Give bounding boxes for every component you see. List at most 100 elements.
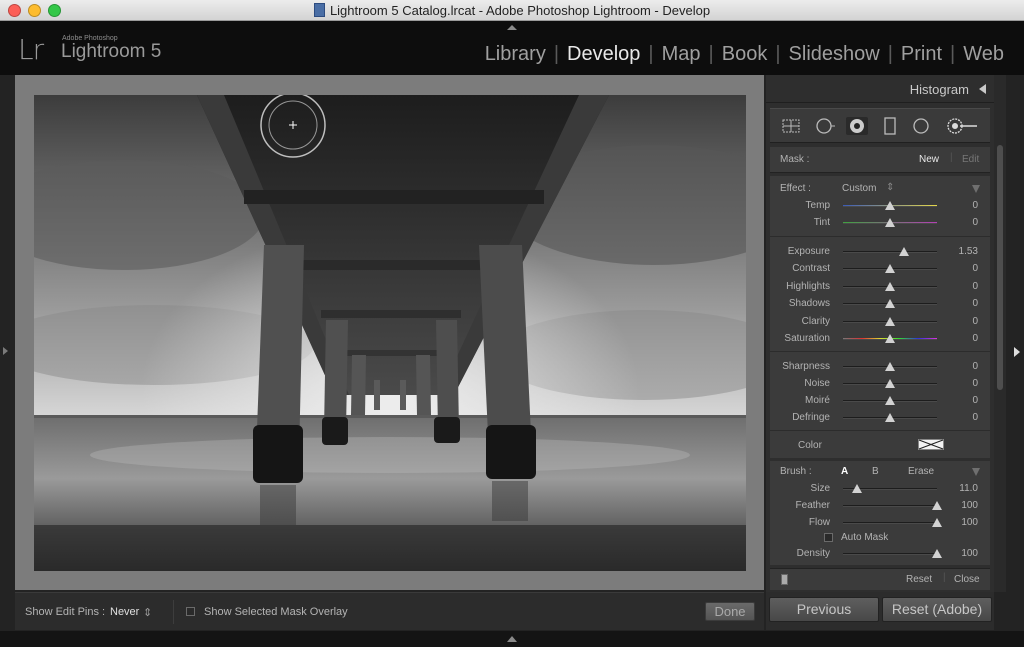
brush-label: Brush :	[780, 466, 812, 477]
slider-label: Flow	[808, 517, 830, 528]
slider-value[interactable]: 100	[944, 517, 978, 528]
module-library[interactable]: Library	[477, 43, 554, 66]
select-arrows-icon[interactable]: ⇕	[143, 606, 152, 619]
expand-histogram-icon[interactable]	[979, 84, 986, 94]
effect-preset-select[interactable]: Custom	[842, 183, 876, 194]
slider-label: Saturation	[784, 333, 830, 344]
slider-handle[interactable]	[885, 316, 895, 326]
slider-value[interactable]: 0	[944, 298, 978, 309]
slider-label: Exposure	[787, 246, 830, 257]
auto-mask-checkbox[interactable]	[824, 533, 833, 542]
show-edit-pins-select[interactable]: Never	[110, 606, 139, 618]
slider-handle[interactable]	[885, 413, 895, 422]
slider-value[interactable]: 100	[944, 548, 978, 559]
radial-filter-icon[interactable]	[910, 117, 932, 135]
slider-track[interactable]	[843, 251, 937, 253]
image-stage	[15, 75, 764, 590]
slider-value[interactable]: 0	[944, 281, 978, 292]
spot-removal-icon[interactable]	[814, 117, 836, 135]
close-window-button[interactable]	[8, 4, 21, 17]
toolbar-divider	[173, 600, 174, 624]
effect-select-arrows-icon[interactable]: ⇕	[886, 182, 894, 193]
module-develop[interactable]: Develop	[559, 43, 648, 66]
slider-handle[interactable]	[885, 299, 895, 309]
photo-canvas[interactable]	[34, 95, 746, 571]
expand-left-panel-icon[interactable]	[3, 347, 8, 355]
slider-value[interactable]: 0	[944, 316, 978, 327]
slider-handle[interactable]	[885, 218, 895, 227]
module-print[interactable]: Print	[893, 43, 950, 66]
slider-label: Feather	[795, 500, 830, 511]
slider-value[interactable]: 0	[944, 395, 978, 406]
auto-mask-label: Auto Mask	[841, 532, 889, 543]
slider-handle[interactable]	[885, 379, 895, 388]
module-map[interactable]: Map	[654, 43, 709, 66]
zoom-window-button[interactable]	[48, 4, 61, 17]
slider-handle[interactable]	[852, 484, 863, 493]
effect-section: Effect : Custom ⇕ Temp 0 Tint 0 Exposure 1.5…	[770, 176, 990, 458]
slider-handle[interactable]	[885, 201, 895, 210]
panel-close-button[interactable]: Close	[954, 574, 980, 585]
slider-value[interactable]: 0	[944, 333, 978, 344]
slider-handle[interactable]	[932, 501, 942, 510]
mask-edit-button[interactable]: Edit	[962, 154, 979, 165]
slider-value[interactable]: 0	[944, 217, 978, 228]
slider-value[interactable]: 1.53	[944, 246, 978, 257]
slider-value[interactable]: 0	[944, 412, 978, 423]
brush-b-button[interactable]: B	[872, 466, 879, 477]
mask-toggle-icon[interactable]	[781, 574, 788, 585]
graduated-filter-icon[interactable]	[879, 117, 901, 135]
expand-filmstrip-icon[interactable]	[507, 636, 517, 642]
slider-track[interactable]	[843, 505, 937, 507]
effect-label: Effect :	[780, 183, 811, 194]
slider-handle[interactable]	[885, 396, 895, 405]
panel-scrollbar[interactable]	[994, 75, 1006, 592]
minimize-window-button[interactable]	[28, 4, 41, 17]
crop-overlay-icon[interactable]	[780, 117, 802, 135]
mask-new-button[interactable]: New	[919, 154, 939, 165]
slider-track[interactable]	[843, 522, 937, 524]
reset-adobe-button[interactable]: Reset (Adobe)	[882, 597, 992, 622]
slider-value[interactable]: 11.0	[944, 483, 978, 494]
slider-handle[interactable]	[885, 281, 895, 291]
mask-row: Mask : New | Edit	[770, 147, 990, 173]
slider-track[interactable]	[843, 553, 937, 555]
slider-value[interactable]: 0	[944, 378, 978, 389]
slider-label: Sharpness	[782, 361, 830, 372]
slider-value[interactable]: 0	[944, 263, 978, 274]
slider-handle[interactable]	[932, 518, 942, 527]
slider-value[interactable]: 0	[944, 361, 978, 372]
slider-handle[interactable]	[885, 334, 895, 343]
histogram-header[interactable]: Histogram	[766, 75, 994, 103]
brush-collapse-icon[interactable]	[972, 468, 980, 476]
panel-reset-button[interactable]: Reset	[906, 574, 932, 585]
done-button[interactable]: Done	[705, 602, 755, 621]
red-eye-icon[interactable]	[846, 117, 868, 135]
module-slideshow[interactable]: Slideshow	[781, 43, 888, 66]
effect-collapse-icon[interactable]	[972, 185, 980, 193]
module-web[interactable]: Web	[955, 43, 1012, 66]
brush-a-button[interactable]: A	[841, 466, 848, 477]
module-book[interactable]: Book	[714, 43, 776, 66]
slider-handle[interactable]	[932, 549, 942, 558]
collapse-top-panel-icon[interactable]	[507, 25, 517, 30]
brush-erase-button[interactable]: Erase	[908, 466, 934, 477]
slider-handle[interactable]	[885, 362, 895, 371]
document-icon	[313, 3, 325, 17]
slider-handle[interactable]	[899, 247, 910, 256]
slider-handle[interactable]	[885, 264, 895, 274]
adjustment-brush-icon[interactable]	[943, 117, 979, 135]
slider-label: Moiré	[804, 395, 830, 406]
collapse-right-panel-icon[interactable]	[1014, 347, 1020, 357]
show-mask-overlay-checkbox[interactable]	[186, 607, 195, 616]
slider-value[interactable]: 100	[944, 500, 978, 511]
slider-label: Size	[810, 483, 830, 494]
slider-value[interactable]: 0	[944, 200, 978, 211]
scrollbar-thumb[interactable]	[997, 145, 1003, 390]
previous-button[interactable]: Previous	[769, 597, 879, 622]
color-swatch[interactable]	[918, 439, 944, 450]
show-mask-overlay-label: Show Selected Mask Overlay	[204, 606, 348, 618]
slider-label: Contrast	[792, 263, 830, 275]
slider-label: Density	[796, 548, 830, 559]
develop-buttons: Previous Reset (Adobe)	[766, 592, 994, 630]
